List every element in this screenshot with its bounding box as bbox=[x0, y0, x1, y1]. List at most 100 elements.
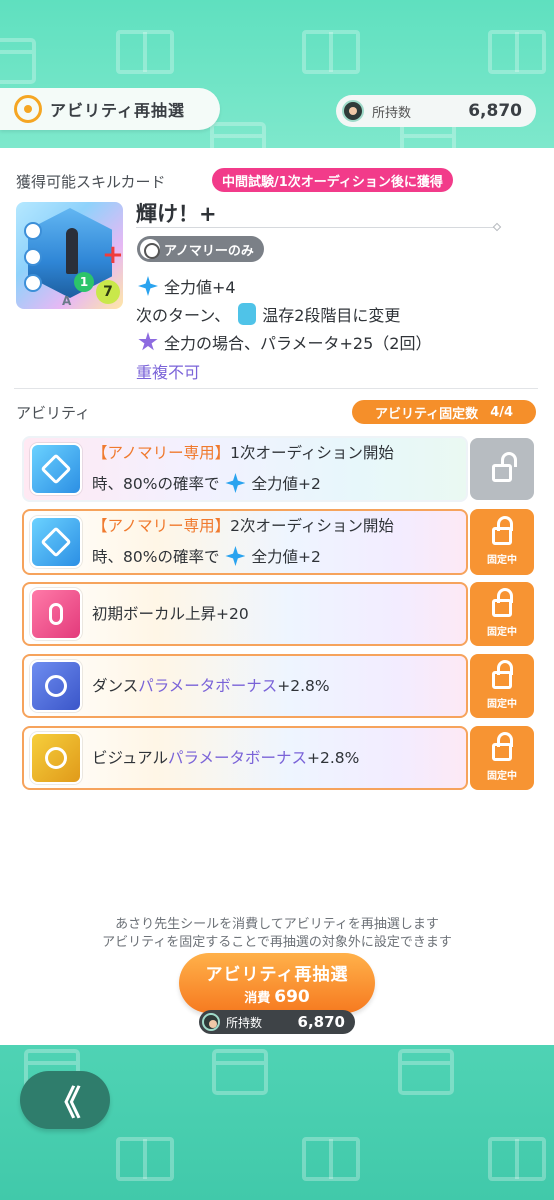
anomaly-only-label: アノマリーのみ bbox=[164, 243, 254, 259]
ability-section-label: アビリティ bbox=[16, 404, 91, 422]
book-pattern-icon bbox=[488, 30, 546, 74]
card-name: 輝け！+ bbox=[136, 202, 217, 226]
fixed-count-label: アビリティ固定数 bbox=[374, 406, 479, 422]
calendar-pattern-icon bbox=[398, 1049, 454, 1095]
book-pattern-icon bbox=[488, 1137, 546, 1181]
card-effect-text: 温存2段階目に変更 bbox=[262, 306, 401, 325]
fixed-count-value: 4/4 bbox=[490, 404, 514, 420]
double-chevron-left-icon: 《 bbox=[47, 1083, 81, 1124]
ability-fixed-count-badge: アビリティ固定数 4/4 bbox=[352, 400, 536, 424]
card-effect-text: 全力値+4 bbox=[164, 278, 236, 297]
lock-toggle-button[interactable]: 固定中 bbox=[470, 582, 534, 646]
calendar-pattern-icon bbox=[210, 122, 266, 148]
anomaly-only-tag: アノマリーのみ bbox=[137, 236, 264, 262]
card-clock-icon bbox=[24, 248, 42, 266]
reroll-button-label: アビリティ再抽選 bbox=[205, 964, 349, 985]
ability-text: ダンスパラメータボーナス+2.8% bbox=[92, 671, 330, 702]
diamond-arrow-icon bbox=[30, 443, 82, 495]
no-duplicate-label: 重複不可 bbox=[136, 363, 201, 382]
cost-value: 690 bbox=[274, 986, 310, 1007]
section-divider bbox=[14, 388, 538, 389]
ability-line: 1次オーディション開始 bbox=[230, 444, 394, 462]
reroll-note-line-1: あさり先生シールを消費してアビリティを再抽選します bbox=[115, 917, 439, 932]
ability-prefix: 【アノマリー専用】 bbox=[92, 444, 231, 462]
reroll-note-line-2: アビリティを固定することで再抽選の対象外に設定できます bbox=[102, 935, 452, 950]
owned-value: 6,870 bbox=[297, 1013, 345, 1031]
ability-prefix: 【アノマリー専用】 bbox=[92, 517, 231, 535]
lock-toggle-button[interactable]: 固定中 bbox=[470, 509, 534, 575]
cost-label: 消費 bbox=[244, 990, 271, 1006]
ability-line: 2次オーディション開始 bbox=[230, 517, 394, 535]
card-number-badge: 1 bbox=[74, 272, 94, 292]
reroll-tab-label: アビリティ再抽選 bbox=[50, 101, 186, 120]
microphone-icon bbox=[30, 588, 82, 640]
owned-sticker-count: 所持数 6,870 bbox=[336, 95, 536, 127]
ability-effect: 全力値+2 bbox=[251, 475, 321, 493]
card-cost-badge: 7 bbox=[96, 280, 120, 304]
ability-keyword: パラメータボーナス bbox=[138, 676, 278, 695]
ability-value: +2.8% bbox=[277, 676, 330, 695]
card-effect-icon bbox=[24, 274, 42, 292]
visual-icon bbox=[30, 732, 82, 784]
padlock-icon bbox=[492, 731, 513, 761]
dance-icon bbox=[30, 660, 82, 712]
lock-toggle-button[interactable]: 固定中 bbox=[470, 726, 534, 790]
locked-label: 固定中 bbox=[487, 698, 517, 710]
card-effect-line-3: 全力の場合、パラメータ+25（2回） bbox=[136, 330, 431, 354]
preserve-icon bbox=[238, 303, 257, 325]
padlock-icon bbox=[492, 515, 513, 545]
card-figure bbox=[66, 228, 78, 274]
calendar-pattern-icon bbox=[212, 1049, 268, 1095]
ability-line: 時、80%の確率で bbox=[92, 548, 220, 566]
full-power-icon bbox=[225, 473, 246, 493]
underline-diamond-icon bbox=[492, 222, 502, 232]
card-effect-line-2: 次のターン、 温存2段階目に変更 bbox=[136, 302, 400, 326]
card-effect-text: 次のターン、 bbox=[136, 306, 231, 325]
owned-label: 所持数 bbox=[226, 1015, 263, 1030]
back-button[interactable]: 《 bbox=[20, 1071, 110, 1129]
book-pattern-icon bbox=[302, 30, 360, 74]
ability-text: 【アノマリー専用】2次オーディション開始 時、80%の確率で 全力値+2 bbox=[92, 511, 394, 573]
reroll-icon bbox=[14, 95, 42, 123]
acquire-timing-badge: 中間試験/1次オーディション後に獲得 bbox=[212, 168, 453, 192]
owned-value: 6,870 bbox=[468, 101, 522, 121]
owned-sticker-count-footer: 所持数 6,870 bbox=[199, 1010, 355, 1034]
locked-label: 固定中 bbox=[487, 770, 517, 782]
ability-text: 初期ボーカル上昇+20 bbox=[92, 604, 249, 623]
unlocked-padlock-icon bbox=[492, 452, 517, 482]
sticker-icon bbox=[202, 1013, 220, 1031]
padlock-icon bbox=[492, 587, 513, 617]
reroll-button[interactable]: アビリティ再抽選 消費 690 bbox=[179, 953, 375, 1013]
card-name-underline bbox=[136, 227, 494, 228]
ability-row: 初期ボーカル上昇+20 bbox=[22, 582, 468, 646]
ability-value: +2.8% bbox=[307, 748, 360, 767]
locked-label: 固定中 bbox=[487, 554, 517, 566]
ability-row: ダンスパラメータボーナス+2.8% bbox=[22, 654, 468, 718]
ability-text: 【アノマリー専用】1次オーディション開始 時、80%の確率で 全力値+2 bbox=[92, 438, 394, 500]
full-power-state-icon bbox=[138, 332, 158, 351]
padlock-icon bbox=[492, 659, 513, 689]
calendar-pattern-icon bbox=[0, 38, 36, 84]
ability-row: 【アノマリー専用】2次オーディション開始 時、80%の確率で 全力値+2 bbox=[22, 509, 468, 575]
full-power-icon bbox=[138, 276, 158, 296]
sticker-icon bbox=[342, 100, 364, 122]
reroll-cost: 消費 690 bbox=[244, 987, 310, 1007]
ability-effect: 全力値+2 bbox=[251, 548, 321, 566]
ability-stat: ビジュアル bbox=[92, 748, 168, 767]
lock-toggle-button[interactable]: 固定中 bbox=[470, 654, 534, 718]
ability-keyword: パラメータボーナス bbox=[167, 748, 307, 767]
skill-card-image[interactable]: + 1 7 A bbox=[16, 202, 123, 309]
anomaly-icon bbox=[140, 239, 160, 259]
card-plus-icon: + bbox=[102, 240, 123, 270]
reroll-tab: アビリティ再抽選 bbox=[0, 88, 220, 130]
book-pattern-icon bbox=[116, 1137, 174, 1181]
ability-stat: ダンス bbox=[92, 676, 139, 695]
ability-row: 【アノマリー専用】1次オーディション開始 時、80%の確率で 全力値+2 bbox=[22, 436, 468, 502]
full-power-icon bbox=[225, 546, 246, 566]
card-effect-icon bbox=[24, 222, 42, 240]
ability-text: ビジュアルパラメータボーナス+2.8% bbox=[92, 743, 359, 774]
owned-label: 所持数 bbox=[372, 105, 412, 121]
card-effect-line-1: 全力値+4 bbox=[136, 274, 236, 298]
unlock-toggle-button[interactable] bbox=[470, 438, 534, 500]
skill-card-section-label: 獲得可能スキルカード bbox=[16, 173, 166, 191]
